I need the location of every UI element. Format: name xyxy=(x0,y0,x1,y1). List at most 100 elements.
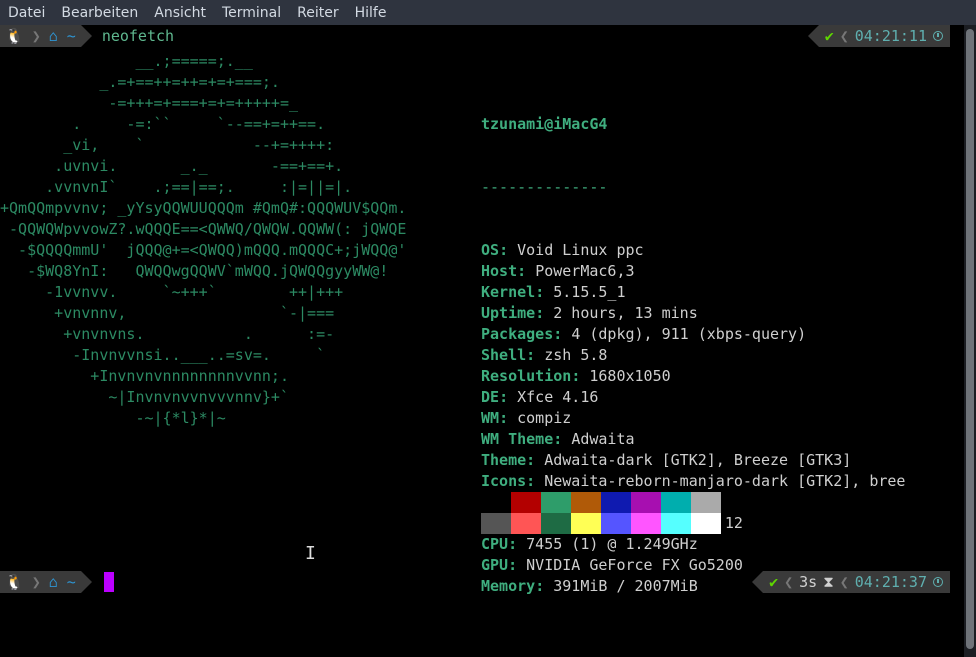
menu-datei[interactable]: Datei xyxy=(8,5,45,21)
info-value: 5.15.5_1 xyxy=(553,283,626,301)
info-colon: : xyxy=(535,577,554,595)
color-swatch xyxy=(631,513,661,534)
info-value: Newaita-reborn-manjaro-dark [GTK2], bree xyxy=(544,472,906,490)
info-value: NVIDIA GeForce FX Go5200 xyxy=(526,556,743,574)
info-key: Theme xyxy=(481,451,527,469)
segment-arrow xyxy=(80,571,92,593)
info-separator: -------------- xyxy=(481,178,608,196)
menu-bearbeiten[interactable]: Bearbeiten xyxy=(61,5,138,21)
terminal-area[interactable]: 🐧 ❯ ⌂ ~ neofetch ✔ ❮ 04:21:11 __.;=====;… xyxy=(0,25,964,657)
color-swatch xyxy=(661,492,691,513)
color-swatch xyxy=(631,492,661,513)
info-row: Packages: 4 (dpkg), 911 (xbps-query) xyxy=(481,324,905,345)
menu-terminal[interactable]: Terminal xyxy=(222,5,281,21)
color-swatch xyxy=(661,513,691,534)
system-info: tzunami@iMacG4 -------------- OS: Void L… xyxy=(481,72,905,639)
info-colon: : xyxy=(553,430,572,448)
info-row: WM: compiz xyxy=(481,408,905,429)
scrollbar[interactable] xyxy=(964,25,976,657)
prompt-right-1: ✔ ❮ 04:21:11 xyxy=(807,25,950,47)
info-colon: : xyxy=(535,283,554,301)
menu-hilfe[interactable]: Hilfe xyxy=(355,5,387,21)
info-colon: : xyxy=(535,304,554,322)
info-colon: : xyxy=(571,367,590,385)
penguin-icon: 🐧 xyxy=(0,571,29,593)
color-swatch xyxy=(571,513,601,534)
menu-ansicht[interactable]: Ansicht xyxy=(154,5,206,21)
current-dir: ~ xyxy=(66,27,76,45)
info-row: CPU: 7455 (1) @ 1.249GHz xyxy=(481,534,905,555)
chevron-right-icon: ❯ xyxy=(28,25,44,47)
clock-icon xyxy=(933,577,943,587)
command-duration: 3s xyxy=(799,573,818,591)
info-row: Shell: zsh 5.8 xyxy=(481,345,905,366)
info-colon: : xyxy=(499,241,518,259)
prompt-time: 04:21:37 xyxy=(854,573,927,591)
status-segment: ✔ ❮ 3s ⧗ ❮ 04:21:37 xyxy=(763,571,950,593)
penguin-icon: 🐧 xyxy=(0,25,29,47)
user-host: tzunami@iMacG4 xyxy=(481,115,608,133)
menu-reiter[interactable]: Reiter xyxy=(297,5,338,21)
segment-arrow-left xyxy=(807,25,819,47)
color-swatch xyxy=(691,492,721,513)
info-colon: : xyxy=(508,556,527,574)
status-segment: ✔ ❮ 04:21:11 xyxy=(818,25,950,47)
info-row: Host: PowerMac6,3 xyxy=(481,261,905,282)
info-colon: : xyxy=(499,388,518,406)
text-cursor[interactable] xyxy=(103,572,114,592)
info-colon: : xyxy=(526,346,545,364)
info-value: 2 hours, 13 mins xyxy=(553,304,698,322)
info-row: OS: Void Linux ppc xyxy=(481,240,905,261)
prompt-left-1: 🐧 ❯ ⌂ ~ neofetch xyxy=(0,25,174,47)
clock-icon xyxy=(933,31,943,41)
info-key: Host xyxy=(481,262,518,280)
color-swatch xyxy=(511,513,541,534)
chevron-left-icon: ❮ xyxy=(839,573,849,591)
info-value: Adwaita xyxy=(571,430,635,448)
current-dir: ~ xyxy=(66,573,76,591)
color-swatch xyxy=(481,492,511,513)
color-swatch xyxy=(571,492,601,513)
color-swatch xyxy=(511,492,541,513)
color-swatch xyxy=(541,513,571,534)
chevron-left-icon: ❮ xyxy=(784,573,794,591)
color-palette xyxy=(481,492,721,534)
command-text: neofetch xyxy=(101,27,175,45)
info-row: DE: Xfce 4.16 xyxy=(481,387,905,408)
info-row: Uptime: 2 hours, 13 mins xyxy=(481,303,905,324)
info-key: Kernel xyxy=(481,283,536,301)
ascii-logo: __.;=====;.__ _.=+==++=++=+=+===;. -=+++… xyxy=(0,52,407,427)
ibeam-cursor-icon: I xyxy=(305,543,316,564)
info-key: WM Theme xyxy=(481,430,554,448)
info-value: 1680x1050 xyxy=(589,367,671,385)
info-colon: : xyxy=(508,535,527,553)
info-key: OS xyxy=(481,241,500,259)
info-colon: : xyxy=(499,409,518,427)
info-row: Icons: Newaita-reborn-manjaro-dark [GTK2… xyxy=(481,471,905,492)
color-swatch xyxy=(541,492,571,513)
scrollbar-thumb[interactable] xyxy=(966,29,974,649)
color-swatch xyxy=(601,492,631,513)
home-icon: ⌂ ~ xyxy=(43,571,81,593)
info-key: CPU xyxy=(481,535,509,553)
color-swatch xyxy=(691,513,721,534)
color-swatch xyxy=(481,513,511,534)
info-colon: : xyxy=(517,262,536,280)
info-value: Xfce 4.16 xyxy=(517,388,599,406)
info-key: WM xyxy=(481,409,500,427)
info-key: DE xyxy=(481,388,500,406)
info-key: Uptime xyxy=(481,304,536,322)
hourglass-icon: ⧗ xyxy=(823,573,834,591)
info-value: compiz xyxy=(517,409,572,427)
info-key: GPU xyxy=(481,556,509,574)
info-value: Void Linux ppc xyxy=(517,241,644,259)
prompt-left-2: 🐧 ❯ ⌂ ~ xyxy=(0,571,114,593)
check-icon: ✔ xyxy=(824,27,834,45)
info-value: Adwaita-dark [GTK2], Breeze [GTK3] xyxy=(544,451,852,469)
info-value: 391MiB / 2007MiB xyxy=(553,577,698,595)
info-colon: : xyxy=(553,325,572,343)
info-value: zsh 5.8 xyxy=(544,346,608,364)
info-row: Theme: Adwaita-dark [GTK2], Breeze [GTK3… xyxy=(481,450,905,471)
info-value: 4 (dpkg), 911 (xbps-query) xyxy=(571,325,807,343)
info-key: Icons xyxy=(481,472,527,490)
